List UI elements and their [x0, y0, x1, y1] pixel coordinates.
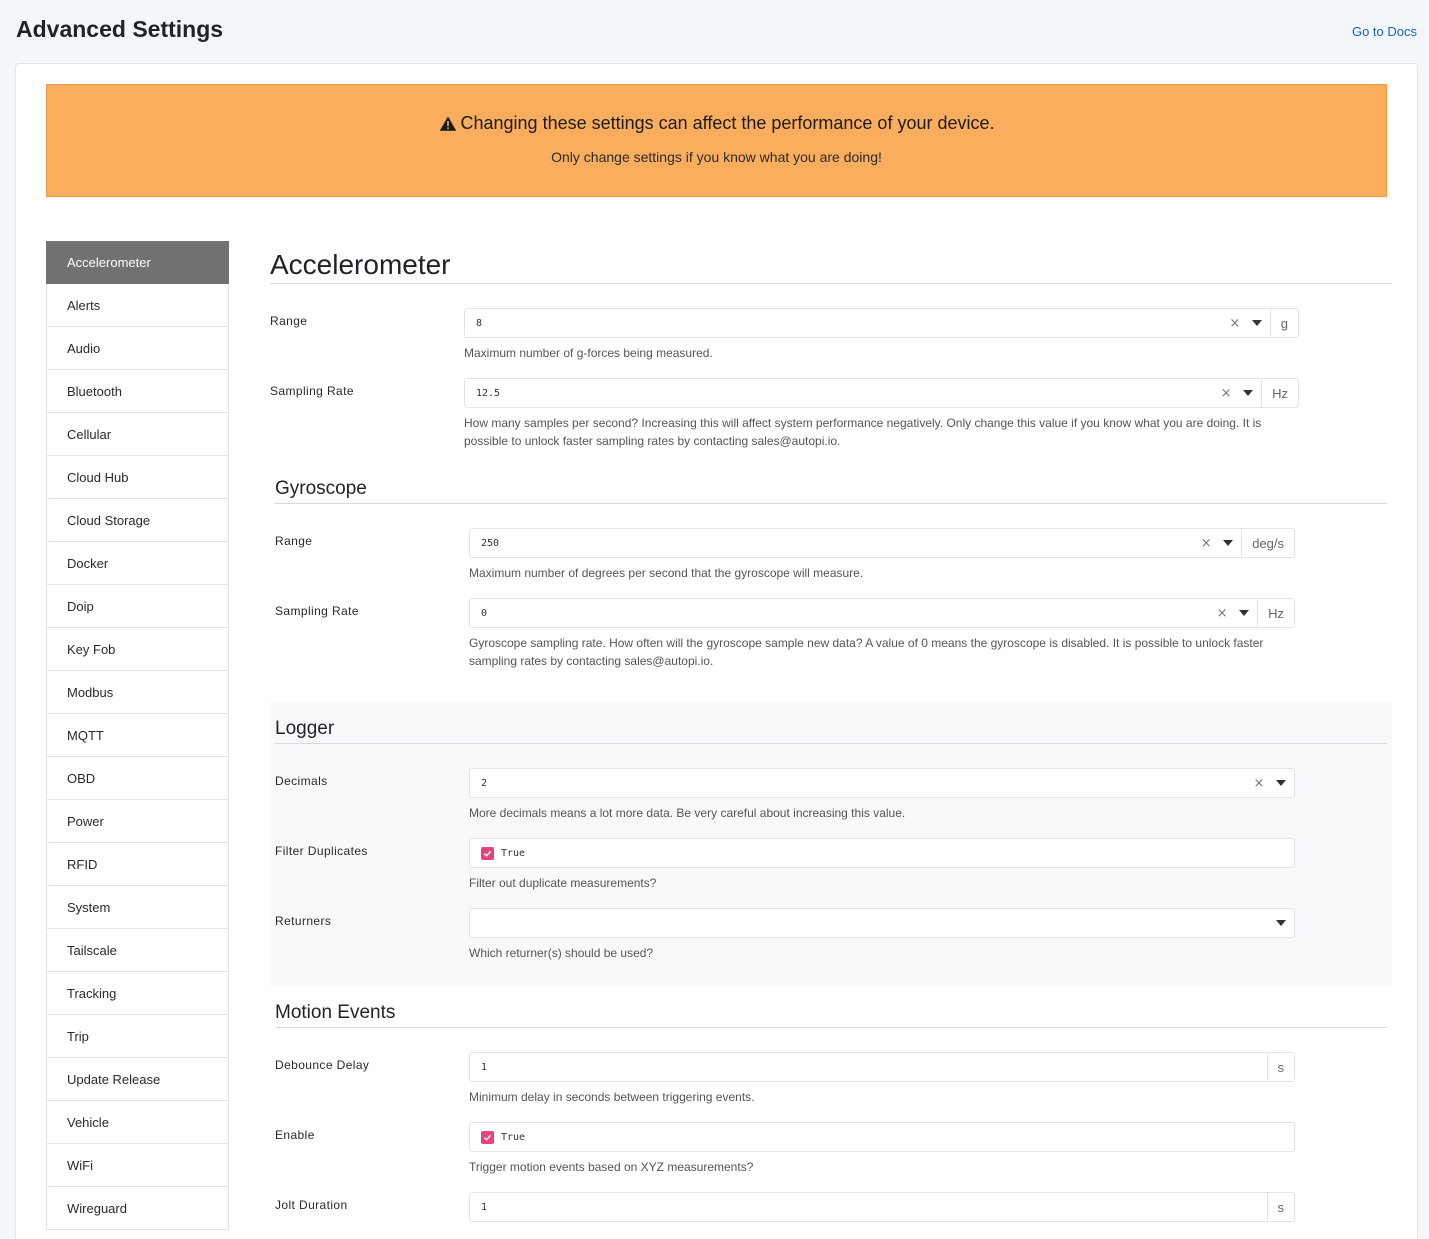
sidebar-item-audio[interactable]: Audio: [46, 327, 229, 370]
accelerometer-range-row: Range 8 × g Maximum number of g-forces b…: [270, 308, 1392, 362]
sidebar-item-vehicle[interactable]: Vehicle: [46, 1101, 229, 1144]
field-help: More decimals means a lot more data. Be …: [469, 806, 906, 820]
chevron-down-icon[interactable]: [1268, 920, 1294, 926]
unit-label: deg/s: [1242, 528, 1295, 558]
clear-icon[interactable]: ×: [1250, 776, 1268, 791]
unit-label: Hz: [1258, 598, 1295, 628]
sidebar-item-power[interactable]: Power: [46, 800, 229, 843]
field-label: Debounce Delay: [275, 1058, 370, 1072]
warning-banner: Changing these settings can affect the p…: [46, 84, 1387, 197]
page-title: Advanced Settings: [16, 16, 224, 42]
accelerometer-sampling-rate-select[interactable]: 12.5 ×: [464, 378, 1263, 408]
field-help: Filter out duplicate measurements?: [469, 876, 657, 890]
unit-label: Hz: [1262, 378, 1299, 408]
gyroscope-range-row: Range 250 × deg/s Maximum number of degr…: [275, 528, 1387, 582]
sidebar-item-modbus[interactable]: Modbus: [46, 671, 229, 714]
field-help: Gyroscope sampling rate. How often will …: [469, 636, 1264, 668]
gyroscope-sampling-rate-row: Sampling Rate 0 × Hz Gyroscope sampling …: [275, 598, 1387, 670]
field-help: Maximum number of degrees per second tha…: [469, 566, 864, 580]
section-heading-logger: Logger: [275, 716, 1387, 744]
jolt-duration-input[interactable]: 1: [469, 1192, 1268, 1222]
sidebar-item-trip[interactable]: Trip: [46, 1015, 229, 1058]
field-label: Enable: [275, 1128, 315, 1142]
logger-returners-select[interactable]: [469, 908, 1295, 938]
field-label: Jolt Duration: [275, 1198, 348, 1212]
section-heading-accelerometer: Accelerometer: [270, 241, 1392, 284]
settings-content: Accelerometer Range 8 × g Maximum number…: [270, 241, 1392, 1222]
field-help: How many samples per second? Increasing …: [464, 416, 1262, 448]
motion-jolt-duration-row: Jolt Duration 1 s: [275, 1192, 1387, 1222]
clear-icon[interactable]: ×: [1226, 316, 1244, 331]
sidebar-item-obd[interactable]: OBD: [46, 757, 229, 800]
field-help: Trigger motion events based on XYZ measu…: [469, 1160, 754, 1174]
field-label: Sampling Rate: [270, 384, 354, 398]
chevron-down-icon[interactable]: [1215, 540, 1241, 546]
sidebar-item-cellular[interactable]: Cellular: [46, 413, 229, 456]
field-label: Filter Duplicates: [275, 844, 368, 858]
chevron-down-icon[interactable]: [1235, 390, 1261, 396]
settings-card: Changing these settings can affect the p…: [15, 63, 1418, 1239]
unit-label: s: [1267, 1192, 1295, 1222]
motion-debounce-delay-row: Debounce Delay 1 s Minimum delay in seco…: [275, 1052, 1387, 1106]
clear-icon[interactable]: ×: [1217, 386, 1235, 401]
warning-title: Changing these settings can affect the p…: [460, 113, 995, 133]
checkbox-checked[interactable]: [481, 846, 494, 860]
sidebar-item-alerts[interactable]: Alerts: [46, 284, 229, 327]
field-label: Returners: [275, 914, 332, 928]
sidebar-item-key-fob[interactable]: Key Fob: [46, 628, 229, 671]
sidebar-item-tailscale[interactable]: Tailscale: [46, 929, 229, 972]
accelerometer-sampling-rate-row: Sampling Rate 12.5 × Hz How many samples…: [270, 378, 1392, 450]
sidebar-item-wifi[interactable]: WiFi: [46, 1144, 229, 1187]
settings-sidebar: Accelerometer Alerts Audio Bluetooth Cellula…: [46, 241, 229, 1230]
sidebar-item-cloud-hub[interactable]: Cloud Hub: [46, 456, 229, 499]
logger-returners-row: Returners Which returner(s) should be us…: [275, 908, 1387, 962]
logger-decimals-row: Decimals 2 × More decimals means a lot m…: [275, 768, 1387, 822]
sidebar-item-accelerometer[interactable]: Accelerometer: [46, 241, 229, 284]
field-help: Maximum number of g-forces being measure…: [464, 346, 713, 360]
sidebar-item-mqtt[interactable]: MQTT: [46, 714, 229, 757]
sidebar-item-tracking[interactable]: Tracking: [46, 972, 229, 1015]
go-to-docs-link[interactable]: Go to Docs: [1352, 24, 1417, 39]
gyroscope-range-select[interactable]: 250 ×: [469, 528, 1243, 558]
warning-subtitle: Only change settings if you know what yo…: [551, 149, 882, 165]
enable-checkbox-field[interactable]: True: [469, 1122, 1295, 1152]
section-heading-gyroscope: Gyroscope: [275, 476, 1387, 504]
sidebar-item-cloud-storage[interactable]: Cloud Storage: [46, 499, 229, 542]
section-heading-motion-events: Motion Events: [275, 1000, 1387, 1028]
unit-label: g: [1270, 308, 1299, 338]
chevron-down-icon[interactable]: [1268, 780, 1294, 786]
warning-triangle-icon: [439, 116, 456, 131]
motion-events-section: Motion Events Debounce Delay 1 s Minimum…: [270, 986, 1392, 1222]
field-label: Range: [270, 314, 308, 328]
sidebar-item-docker[interactable]: Docker: [46, 542, 229, 585]
logger-filter-duplicates-row: Filter Duplicates True Filter out duplic…: [275, 838, 1387, 892]
gyroscope-sampling-rate-select[interactable]: 0 ×: [469, 598, 1259, 628]
sidebar-item-doip[interactable]: Doip: [46, 585, 229, 628]
field-help: Minimum delay in seconds between trigger…: [469, 1090, 755, 1104]
unit-label: s: [1267, 1052, 1295, 1082]
sidebar-item-rfid[interactable]: RFID: [46, 843, 229, 886]
sidebar-item-system[interactable]: System: [46, 886, 229, 929]
clear-icon[interactable]: ×: [1197, 536, 1215, 551]
sidebar-item-update-release[interactable]: Update Release: [46, 1058, 229, 1101]
chevron-down-icon[interactable]: [1231, 610, 1257, 616]
field-label: Sampling Rate: [275, 604, 359, 618]
logger-section: Logger Decimals 2 × More decimals means …: [270, 702, 1392, 986]
field-label: Range: [275, 534, 313, 548]
checkbox-checked[interactable]: [481, 1130, 494, 1144]
check-icon: [483, 850, 492, 857]
accelerometer-range-select[interactable]: 8 ×: [464, 308, 1271, 338]
debounce-delay-input[interactable]: 1: [469, 1052, 1268, 1082]
chevron-down-icon[interactable]: [1244, 320, 1270, 326]
filter-duplicates-checkbox-field[interactable]: True: [469, 838, 1295, 868]
logger-decimals-select[interactable]: 2 ×: [469, 768, 1295, 798]
sidebar-item-wireguard[interactable]: Wireguard: [46, 1187, 229, 1230]
gyroscope-section: Gyroscope Range 250 × deg/s Maximum numb…: [270, 476, 1392, 670]
motion-enable-row: Enable True Trigger motion events based …: [275, 1122, 1387, 1176]
check-icon: [483, 1134, 492, 1141]
field-help: Which returner(s) should be used?: [469, 946, 654, 960]
field-label: Decimals: [275, 774, 328, 788]
sidebar-item-bluetooth[interactable]: Bluetooth: [46, 370, 229, 413]
clear-icon[interactable]: ×: [1213, 606, 1231, 621]
